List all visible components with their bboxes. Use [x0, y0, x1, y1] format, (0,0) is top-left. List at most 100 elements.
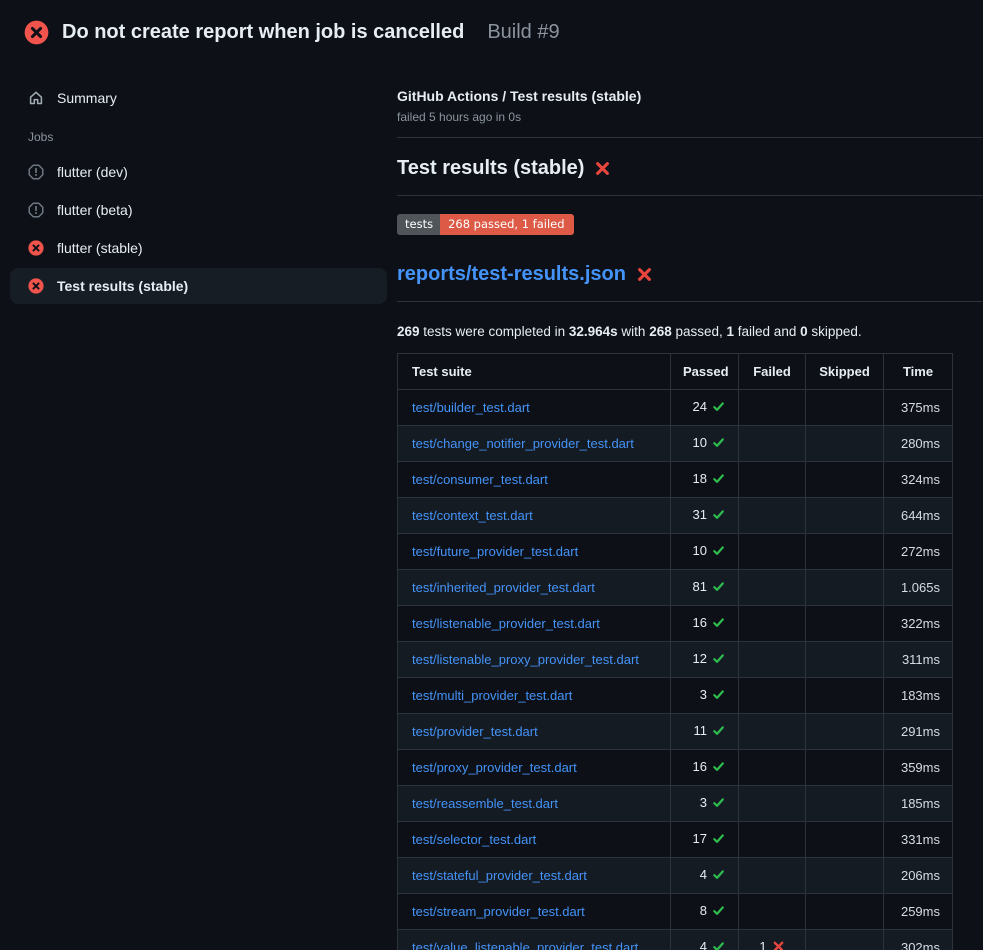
column-header-time: Time: [884, 354, 953, 390]
time-cell: 375ms: [884, 390, 953, 426]
test-suite-link[interactable]: test/provider_test.dart: [412, 724, 538, 739]
time-cell: 272ms: [884, 534, 953, 570]
failed-count-cell: [739, 498, 806, 534]
test-suite-link[interactable]: test/value_listenable_provider_test.dart: [412, 940, 638, 950]
test-suite-link[interactable]: test/stateful_provider_test.dart: [412, 868, 587, 883]
passed-count-cell: 3: [671, 678, 739, 714]
summary-fragment: tests were completed in: [420, 324, 569, 339]
skipped-count-cell: [806, 678, 884, 714]
jobs-section-label: Jobs: [28, 130, 397, 144]
table-row: test/future_provider_test.dart 10 272ms: [398, 534, 953, 570]
time-cell: 183ms: [884, 678, 953, 714]
passed-count: 12: [693, 651, 707, 666]
table-row: test/proxy_provider_test.dart16359ms: [398, 750, 953, 786]
test-suite-link[interactable]: test/context_test.dart: [412, 508, 533, 523]
table-row: test/change_notifier_provider_test.dart1…: [398, 426, 953, 462]
passed-count-cell: 4: [671, 930, 739, 950]
sidebar-item-label: Test results (stable): [57, 278, 188, 294]
summary-fragment: 1: [727, 324, 735, 339]
time-cell: 291ms: [884, 714, 953, 750]
table-header-row: Test suitePassedFailedSkippedTime: [398, 354, 953, 390]
section-title-text: Test results (stable): [397, 155, 584, 182]
test-suite-link[interactable]: test/future_provider_test.dart: [412, 544, 578, 559]
sidebar-item-flutter-dev[interactable]: flutter (dev): [10, 154, 387, 190]
table-row: test/value_listenable_provider_test.dart…: [398, 930, 953, 950]
table-row: test/context_test.dart31644ms: [398, 498, 953, 534]
test-suite-link[interactable]: test/selector_test.dart: [412, 832, 536, 847]
passed-count-cell: 24: [671, 390, 739, 426]
failed-count-cell: [739, 462, 806, 498]
check-icon: [712, 832, 725, 849]
sidebar-item-flutter-beta[interactable]: flutter (beta): [10, 192, 387, 228]
test-suite-cell: test/builder_test.dart: [398, 390, 671, 426]
test-suite-link[interactable]: test/builder_test.dart: [412, 400, 530, 415]
check-icon: [712, 580, 725, 597]
check-icon: [712, 868, 725, 885]
test-suite-link[interactable]: test/consumer_test.dart: [412, 472, 548, 487]
failed-count-cell: [739, 426, 806, 462]
passed-count-cell: 11: [671, 714, 739, 750]
column-header-test-suite: Test suite: [398, 354, 671, 390]
failed-count-cell: [739, 390, 806, 426]
check-icon: [712, 616, 725, 633]
check-icon: [712, 940, 725, 950]
passed-count-cell: 3: [671, 786, 739, 822]
test-suite-cell: test/consumer_test.dart: [398, 462, 671, 498]
passed-count: 8: [700, 903, 707, 918]
skipped-count-cell: [806, 822, 884, 858]
sidebar-item-label: flutter (dev): [57, 164, 128, 180]
sidebar-item-test-results-stable[interactable]: Test results (stable): [10, 268, 387, 304]
passed-count: 11: [694, 723, 708, 738]
summary-fragment: 32.964s: [569, 324, 618, 339]
run-build-number: Build #9: [487, 21, 559, 44]
divider: [397, 301, 983, 302]
check-icon: [712, 472, 725, 489]
passed-count-cell: 10: [671, 534, 739, 570]
time-cell: 311ms: [884, 642, 953, 678]
test-suite-link[interactable]: test/listenable_provider_test.dart: [412, 616, 600, 631]
test-suite-link[interactable]: test/reassemble_test.dart: [412, 796, 558, 811]
failed-count-cell: [739, 570, 806, 606]
skipped-count-cell: [806, 498, 884, 534]
failed-x-icon: [636, 266, 653, 283]
home-icon: [28, 90, 44, 106]
skipped-count-cell: [806, 462, 884, 498]
time-cell: 259ms: [884, 894, 953, 930]
passed-count-cell: 16: [671, 606, 739, 642]
test-suite-link[interactable]: test/inherited_provider_test.dart: [412, 580, 595, 595]
sidebar-item-label: flutter (beta): [57, 202, 132, 218]
check-icon: [712, 904, 725, 921]
time-cell: 331ms: [884, 822, 953, 858]
table-row: test/multi_provider_test.dart 3 183ms: [398, 678, 953, 714]
test-suite-cell: test/proxy_provider_test.dart: [398, 750, 671, 786]
test-suite-link[interactable]: test/listenable_proxy_provider_test.dart: [412, 652, 639, 667]
passed-count: 81: [693, 579, 707, 594]
table-row: test/inherited_provider_test.dart811.065…: [398, 570, 953, 606]
divider: [397, 195, 983, 196]
test-suite-link[interactable]: test/change_notifier_provider_test.dart: [412, 436, 634, 451]
sidebar-item-flutter-stable[interactable]: flutter (stable): [10, 230, 387, 266]
check-icon: [712, 436, 725, 453]
test-suite-link[interactable]: test/multi_provider_test.dart: [412, 688, 572, 703]
stop-icon: [28, 202, 44, 218]
passed-count-cell: 81: [671, 570, 739, 606]
passed-count: 10: [693, 543, 707, 558]
passed-count: 24: [693, 399, 707, 414]
table-row: test/listenable_provider_test.dart16322m…: [398, 606, 953, 642]
failed-count-cell: [739, 714, 806, 750]
test-suite-cell: test/value_listenable_provider_test.dart: [398, 930, 671, 950]
test-suite-link[interactable]: test/stream_provider_test.dart: [412, 904, 585, 919]
report-file-link[interactable]: reports/test-results.json: [397, 261, 626, 288]
failed-count-cell: [739, 822, 806, 858]
badge-label: tests: [397, 214, 440, 235]
sidebar: Summary Jobs flutter (dev) flutter (beta)…: [0, 56, 397, 306]
skipped-count-cell: [806, 858, 884, 894]
failed-count-cell: [739, 678, 806, 714]
tests-badge: tests 268 passed, 1 failed: [397, 214, 574, 235]
test-suite-link[interactable]: test/proxy_provider_test.dart: [412, 760, 577, 775]
skipped-count-cell: [806, 930, 884, 950]
sidebar-item-summary[interactable]: Summary: [10, 80, 387, 116]
passed-count: 4: [700, 939, 707, 950]
breadcrumb: GitHub Actions / Test results (stable): [397, 88, 983, 104]
passed-count: 4: [700, 867, 707, 882]
